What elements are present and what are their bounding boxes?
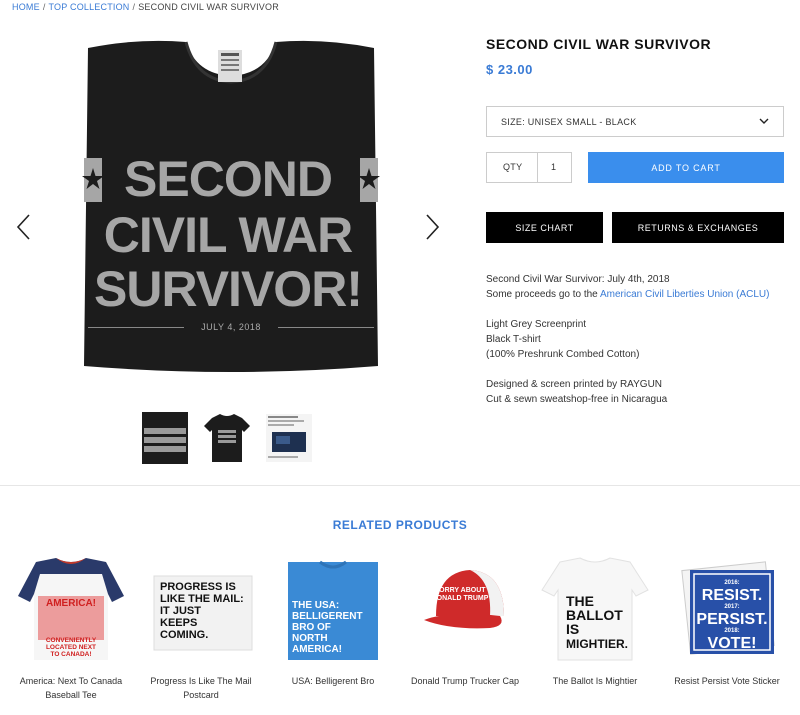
- product-image: THE BALLOT IS MIGHTIER.: [541, 557, 649, 661]
- chevron-right-icon: [426, 214, 440, 240]
- related-product-card[interactable]: 2016: RESIST. 2017: PERSIST. 2018: VOTE!…: [662, 556, 792, 688]
- breadcrumb-separator: /: [132, 2, 136, 12]
- related-product-card[interactable]: SORRY ABOUT DONALD TRUMP Donald Trump Tr…: [400, 556, 530, 688]
- quantity-stepper[interactable]: QTY 1: [486, 152, 572, 183]
- product-description: Second Civil War Survivor: July 4th, 201…: [486, 272, 786, 422]
- product-art-text: AMERICA!: [46, 598, 96, 609]
- product-art-text: NORTH: [292, 633, 328, 644]
- gallery-prev-button[interactable]: [14, 212, 34, 242]
- product-title: SECOND CIVIL WAR SURVIVOR: [486, 36, 712, 52]
- product-name[interactable]: Resist Persist Vote Sticker: [662, 674, 792, 688]
- product-name[interactable]: America: Next To Canada Baseball Tee: [6, 674, 136, 702]
- thumbnail-image: [204, 414, 250, 462]
- product-image: THE USA: BELLIGERENT BRO OF NORTH AMERIC…: [288, 560, 378, 660]
- breadcrumb-separator: /: [42, 2, 46, 12]
- related-product-card[interactable]: THE USA: BELLIGERENT BRO OF NORTH AMERIC…: [268, 556, 398, 688]
- description-line: Some proceeds go to the: [486, 289, 600, 300]
- related-product-card[interactable]: PROGRESS IS LIKE THE MAIL: IT JUST KEEPS…: [136, 556, 266, 702]
- product-art-text: 2018:: [724, 628, 739, 634]
- thumbnail-screenshot[interactable]: [264, 410, 314, 466]
- returns-exchanges-button[interactable]: RETURNS & EXCHANGES: [612, 212, 784, 243]
- description-line: Second Civil War Survivor: July 4th, 201…: [486, 274, 670, 285]
- description-line: Cut & sewn sweatshop-free in Nicaragua: [486, 394, 668, 405]
- product-art-text: AMERICA!: [292, 644, 342, 655]
- product-art-text: 2017:: [724, 604, 739, 610]
- description-line: Black T-shirt: [486, 334, 541, 345]
- size-select-value: SIZE: UNISEX SMALL - BLACK: [501, 117, 637, 127]
- chevron-down-icon: [759, 118, 769, 124]
- product-art-text: LIKE THE MAIL:: [160, 593, 244, 605]
- breadcrumb-collection-link[interactable]: TOP COLLECTION: [49, 2, 130, 12]
- size-select[interactable]: SIZE: UNISEX SMALL - BLACK: [486, 106, 784, 137]
- product-gallery: SECOND CIVIL WAR SURVIVOR! JULY 4, 2018: [0, 30, 460, 470]
- thumbnail-folded-shirt[interactable]: [140, 410, 190, 466]
- chevron-left-icon: [16, 214, 30, 240]
- product-art-text: BRO OF: [292, 622, 331, 633]
- thumbnail-image: [142, 412, 188, 464]
- product-art-text: PROGRESS IS: [160, 581, 236, 593]
- add-to-cart-button[interactable]: ADD TO CART: [588, 152, 784, 183]
- product-image: 2016: RESIST. 2017: PERSIST. 2018: VOTE!: [681, 561, 775, 655]
- thumbnail-flat-shirt[interactable]: [202, 410, 252, 466]
- product-art-text: LOCATED NEXT: [46, 644, 96, 651]
- product-name[interactable]: The Ballot Is Mightier: [530, 674, 660, 688]
- product-art-text: MIGHTIER.: [566, 637, 628, 651]
- main-product-image: SECOND CIVIL WAR SURVIVOR! JULY 4, 2018: [78, 30, 384, 382]
- product-art-text: SORRY ABOUT: [434, 587, 486, 594]
- product-art-text: DONALD TRUMP: [432, 595, 489, 602]
- product-info: SECOND CIVIL WAR SURVIVOR $ 23.00 SIZE: …: [486, 36, 786, 405]
- shirt-print-line: SECOND: [124, 151, 333, 207]
- product-name[interactable]: Donald Trump Trucker Cap: [400, 674, 530, 688]
- product-art-text: VOTE!: [708, 635, 757, 652]
- product-image: SORRY ABOUT DONALD TRUMP: [424, 570, 504, 629]
- related-products-heading: RELATED PRODUCTS: [332, 518, 468, 532]
- product-art-text: TO CANADA!: [50, 651, 91, 658]
- section-divider: [0, 485, 800, 486]
- thumbnail-image: [266, 414, 312, 462]
- product-art-text: CONVENIENTLY: [46, 637, 97, 644]
- aclu-link[interactable]: American Civil Liberties Union (ACLU): [600, 289, 770, 300]
- breadcrumb-home-link[interactable]: HOME: [12, 2, 40, 12]
- breadcrumb-current: SECOND CIVIL WAR SURVIVOR: [138, 2, 279, 12]
- related-product-card[interactable]: AMERICA! CONVENIENTLY LOCATED NEXT TO CA…: [6, 556, 136, 702]
- product-name[interactable]: Progress Is Like The Mail Postcard: [136, 674, 266, 702]
- product-image: PROGRESS IS LIKE THE MAIL: IT JUST KEEPS…: [153, 575, 253, 651]
- description-line: Light Grey Screenprint: [486, 319, 587, 330]
- product-art-text: KEEPS: [160, 617, 197, 629]
- description-line: Designed & screen printed by RAYGUN: [486, 379, 663, 390]
- product-art-text: IS: [566, 621, 579, 637]
- product-art-text: 2016:: [724, 580, 739, 586]
- description-line: (100% Preshrunk Combed Cotton): [486, 349, 640, 360]
- product-art-text: THE USA:: [292, 600, 339, 611]
- product-art-text: RESIST.: [702, 587, 762, 604]
- quantity-divider: [537, 153, 538, 182]
- breadcrumb: HOME / TOP COLLECTION / SECOND CIVIL WAR SUR…: [12, 2, 279, 12]
- quantity-input[interactable]: 1: [551, 162, 556, 172]
- product-name[interactable]: USA: Belligerent Bro: [268, 674, 398, 688]
- shirt-print-line: SURVIVOR!: [94, 261, 363, 317]
- shirt-print-date: JULY 4, 2018: [201, 322, 261, 332]
- product-art-text: COMING.: [160, 629, 208, 641]
- product-art-text: BELLIGERENT: [292, 611, 363, 622]
- product-art-text: IT JUST: [160, 605, 201, 617]
- related-products-list: AMERICA! CONVENIENTLY LOCATED NEXT TO CA…: [0, 556, 800, 715]
- size-chart-button[interactable]: SIZE CHART: [486, 212, 603, 243]
- product-art-text: PERSIST.: [696, 611, 767, 628]
- product-price: $ 23.00: [486, 62, 533, 77]
- quantity-label: QTY: [503, 162, 523, 172]
- product-image: AMERICA! CONVENIENTLY LOCATED NEXT TO CA…: [18, 558, 124, 660]
- gallery-next-button[interactable]: [422, 212, 442, 242]
- shirt-print-line: CIVIL WAR: [103, 207, 353, 263]
- related-product-card[interactable]: THE BALLOT IS MIGHTIER. The Ballot Is Mi…: [530, 556, 660, 688]
